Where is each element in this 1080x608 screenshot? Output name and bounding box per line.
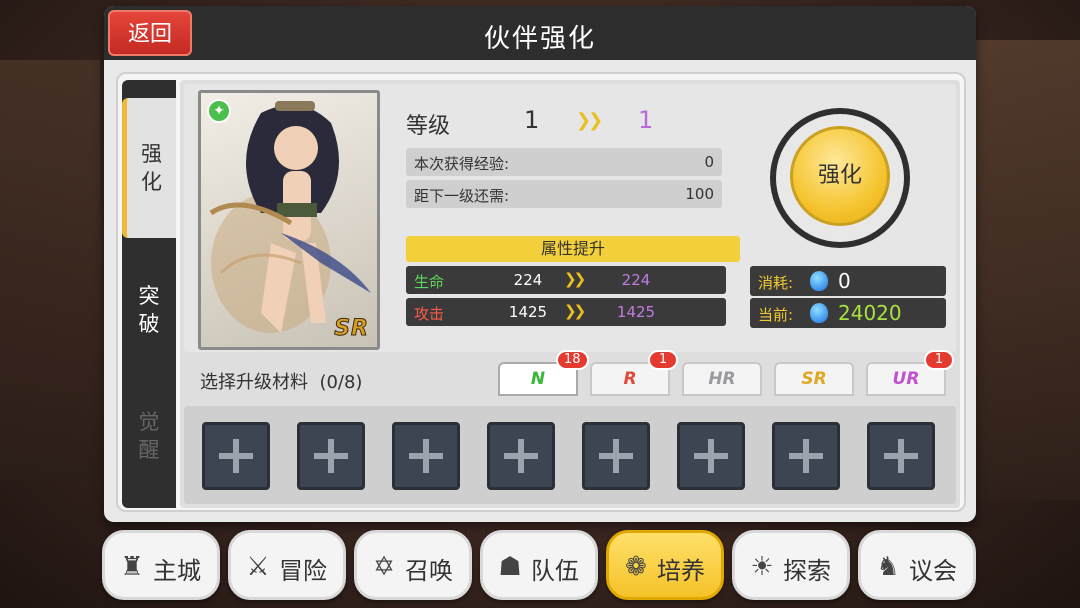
bottom-nav: ♜ 主城 ⚔ 冒险 ✡ 召唤 ☗ 队伍 ❁ 培养 ☀ 探索 ♞ 议会: [100, 530, 980, 602]
rarity-tab-hr[interactable]: HR: [682, 362, 762, 396]
main-panel: 强 化 突 破 觉 醒 ✦ SR 等级 1 ❯❯ 1 本次获得经验: 0 距下一…: [116, 72, 966, 512]
rarity-tab-sr[interactable]: SR: [774, 362, 854, 396]
arrow-icon: ❯❯: [564, 302, 586, 320]
exp-remaining-value: 100: [685, 185, 714, 203]
plus-icon: [328, 439, 334, 473]
level-current: 1: [524, 106, 540, 134]
nav-council[interactable]: ♞ 议会: [858, 530, 976, 600]
nav-explore[interactable]: ☀ 探索: [732, 530, 850, 600]
material-label: 选择升级材料 (0/8): [200, 372, 363, 393]
wind-element-icon: ✦: [207, 99, 231, 123]
exp-gained-label: 本次获得经验:: [414, 155, 510, 173]
nav-cultivate-label: 培养: [657, 557, 705, 585]
nav-main-city[interactable]: ♜ 主城: [102, 530, 220, 600]
background-shelf-left: [0, 60, 100, 480]
attribute-atk-next: 1425: [616, 303, 656, 321]
material-slot[interactable]: [392, 422, 460, 490]
current-label: 当前:: [758, 306, 794, 324]
nav-adventure-label: 冒险: [279, 557, 327, 585]
attribute-hp-current: 224: [513, 271, 543, 289]
enhance-button-frame: 强化: [770, 108, 910, 248]
material-slots: [184, 406, 956, 504]
tab-awaken[interactable]: 觉 醒: [122, 366, 176, 506]
attribute-row-hp: 生命 224 ❯❯ 224: [406, 266, 726, 294]
material-slot[interactable]: [772, 422, 840, 490]
tab-breakthrough-label: 突 破: [138, 284, 160, 336]
arrow-icon: ❯❯: [564, 270, 586, 288]
material-slot[interactable]: [867, 422, 935, 490]
nav-summon-label: 召唤: [405, 557, 453, 585]
nav-adventure[interactable]: ⚔ 冒险: [228, 530, 346, 600]
level-next: 1: [638, 106, 654, 134]
gem-icon: [810, 303, 828, 323]
cost-label: 消耗:: [758, 274, 794, 292]
nav-team-label: 队伍: [531, 557, 579, 585]
team-icon: ☗: [498, 552, 522, 582]
tab-enhance-label: 强 化: [141, 142, 162, 194]
exp-remaining-row: 距下一级还需: 100: [406, 180, 722, 208]
nav-summon[interactable]: ✡ 召唤: [354, 530, 472, 600]
rarity-ur-count-badge: 1: [924, 350, 954, 370]
rarity-r-count-badge: 1: [648, 350, 678, 370]
current-value: 24020: [838, 301, 902, 325]
nav-team[interactable]: ☗ 队伍: [480, 530, 598, 600]
nav-council-label: 议会: [909, 557, 957, 585]
nav-main-city-label: 主城: [153, 557, 201, 585]
plus-icon: [518, 439, 524, 473]
crossed-swords-icon: ⚔: [246, 552, 270, 582]
attribute-hp-name: 生命: [414, 273, 445, 291]
partner-portrait: [209, 101, 371, 333]
plus-icon: [613, 439, 619, 473]
exp-gained-row: 本次获得经验: 0: [406, 148, 722, 176]
level-arrow-icon: ❯❯: [576, 110, 603, 131]
attribute-atk-current: 1425: [508, 303, 548, 321]
explore-icon: ☀: [750, 552, 774, 582]
nav-cultivate[interactable]: ❁ 培养: [606, 530, 724, 600]
attribute-header: 属性提升: [406, 236, 740, 262]
cultivate-icon: ❁: [625, 552, 647, 582]
tab-breakthrough[interactable]: 突 破: [122, 240, 176, 380]
enhance-content: ✦ SR 等级 1 ❯❯ 1 本次获得经验: 0 距下一级还需: 100 属性提…: [180, 80, 960, 508]
level-label: 等级: [406, 114, 451, 139]
partner-info-panel: ✦ SR 等级 1 ❯❯ 1 本次获得经验: 0 距下一级还需: 100 属性提…: [184, 84, 956, 352]
material-slot[interactable]: [677, 422, 745, 490]
attribute-row-atk: 攻击 1425 ❯❯ 1425: [406, 298, 726, 326]
exp-gained-value: 0: [704, 153, 714, 171]
material-slot[interactable]: [202, 422, 270, 490]
castle-icon: ♜: [120, 552, 144, 582]
tab-enhance[interactable]: 强 化: [122, 98, 176, 238]
partner-card[interactable]: ✦ SR: [198, 90, 380, 350]
background-shelf-right: [970, 40, 1080, 500]
plus-icon: [803, 439, 809, 473]
enhance-button[interactable]: 强化: [790, 126, 890, 226]
plus-icon: [708, 439, 714, 473]
council-icon: ♞: [876, 552, 900, 582]
card-rarity-badge: SR: [334, 316, 369, 342]
plus-icon: [898, 439, 904, 473]
page-title: 伙伴强化: [483, 24, 596, 54]
summon-circle-icon: ✡: [373, 552, 395, 582]
partner-enhance-window: 返回 伙伴强化 强 化 突 破 觉 醒 ✦ SR 等级 1 ❯❯ 1 本次获得经…: [104, 6, 976, 522]
material-slot[interactable]: [582, 422, 650, 490]
current-currency-row: 当前: 24020: [750, 298, 946, 328]
plus-icon: [233, 439, 239, 473]
exp-remaining-label: 距下一级还需:: [414, 187, 510, 205]
plus-icon: [423, 439, 429, 473]
cost-value: 0: [838, 269, 851, 293]
tab-awaken-label: 觉 醒: [138, 410, 160, 462]
cost-row: 消耗: 0: [750, 266, 946, 296]
nav-explore-label: 探索: [783, 557, 831, 585]
attribute-hp-next: 224: [621, 271, 651, 289]
material-slot[interactable]: [297, 422, 365, 490]
material-slot[interactable]: [487, 422, 555, 490]
title-bar: 返回 伙伴强化: [104, 6, 976, 60]
side-tab-bar: 强 化 突 破 觉 醒: [122, 80, 176, 508]
gem-icon: [810, 271, 828, 291]
attribute-atk-name: 攻击: [414, 305, 445, 323]
rarity-n-count-badge: 18: [556, 350, 589, 370]
